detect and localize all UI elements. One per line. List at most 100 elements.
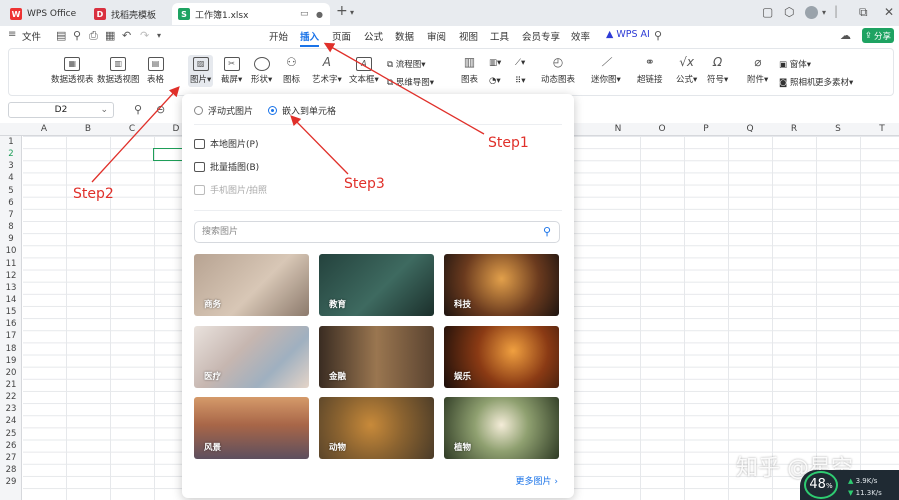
sparkline-button[interactable]: ⟋ 迷你图▾: [591, 56, 621, 85]
line-chart-dropdown[interactable]: ⟋▾: [515, 58, 525, 68]
local-picture-item[interactable]: 本地图片(P): [194, 137, 258, 150]
row-number[interactable]: 6: [0, 198, 22, 208]
row-number[interactable]: 22: [0, 392, 22, 402]
icon-button[interactable]: ⚇ 图标: [283, 56, 300, 85]
col-header[interactable]: P: [684, 123, 728, 136]
menu-insert[interactable]: 插入: [300, 29, 320, 47]
dynamic-chart-button[interactable]: ◴ 动态图表: [541, 56, 575, 85]
tab-docer[interactable]: D 找稻壳模板: [88, 3, 162, 25]
chevron-down-icon[interactable]: ▾: [157, 31, 161, 40]
camera-button[interactable]: ◙ 照相机: [779, 76, 815, 88]
row-number[interactable]: 20: [0, 368, 22, 378]
category-medical-thumb[interactable]: 医疗: [194, 326, 309, 388]
picture-button[interactable]: ▨ 图片▾: [188, 55, 214, 87]
name-box[interactable]: D2 ⌄: [8, 102, 114, 118]
zoom-icon[interactable]: ⚲: [134, 103, 142, 116]
row-number[interactable]: 14: [0, 295, 22, 305]
row-number[interactable]: 3: [0, 161, 22, 171]
preview-icon[interactable]: ▦: [105, 29, 115, 42]
row-number[interactable]: 19: [0, 356, 22, 366]
scatter-chart-dropdown[interactable]: ⠿▾: [515, 76, 526, 86]
pivot-table-button[interactable]: ▦ 数据透视表: [51, 57, 94, 85]
category-entertainment-thumb[interactable]: 娱乐: [444, 326, 559, 388]
category-scenery-thumb[interactable]: 风景: [194, 397, 309, 459]
batch-insert-item[interactable]: 批量插图(B): [194, 160, 259, 173]
col-header[interactable]: B: [66, 123, 110, 136]
chevron-down-icon[interactable]: ▾: [350, 8, 354, 17]
function-icon[interactable]: ⊝: [156, 103, 165, 116]
cube-icon[interactable]: ⬡: [784, 5, 794, 19]
row-number[interactable]: 23: [0, 404, 22, 414]
row-number[interactable]: 5: [0, 186, 22, 196]
row-number[interactable]: 13: [0, 283, 22, 293]
restore-icon[interactable]: ⧉: [859, 5, 868, 20]
row-number[interactable]: 10: [0, 246, 22, 256]
tab-wps-office[interactable]: W WPS Office: [4, 3, 82, 25]
redo-icon[interactable]: ↷: [140, 29, 149, 42]
row-number[interactable]: 25: [0, 429, 22, 439]
row-number[interactable]: 18: [0, 344, 22, 354]
menu-formula[interactable]: 公式: [364, 29, 383, 43]
col-header[interactable]: T: [860, 123, 899, 136]
cloud-icon[interactable]: ⚲: [73, 29, 81, 42]
hyperlink-button[interactable]: ⚭ 超链接: [637, 56, 663, 85]
save-icon[interactable]: ▤: [56, 29, 66, 42]
menu-start[interactable]: 开始: [269, 29, 288, 43]
tab-workbook[interactable]: S 工作簿1.xlsx ▭ ●: [172, 3, 330, 25]
row-number[interactable]: 29: [0, 477, 22, 487]
monitor-icon[interactable]: ▭: [300, 9, 309, 19]
row-number[interactable]: 26: [0, 441, 22, 451]
category-finance-thumb[interactable]: 金融: [319, 326, 434, 388]
category-education-thumb[interactable]: 教育: [319, 254, 434, 316]
new-tab-button[interactable]: +: [336, 3, 348, 19]
mindmap-button[interactable]: ⧉ 思维导图▾: [387, 76, 434, 88]
close-icon[interactable]: ✕: [884, 5, 894, 19]
undo-icon[interactable]: ↶: [122, 29, 131, 42]
col-header[interactable]: A: [22, 123, 66, 136]
col-header[interactable]: O: [640, 123, 684, 136]
flowchart-button[interactable]: ⧉ 流程图▾: [387, 58, 426, 70]
print-icon[interactable]: ⎙: [89, 29, 98, 43]
category-plant-thumb[interactable]: 植物: [444, 397, 559, 459]
row-number[interactable]: 28: [0, 465, 22, 475]
row-number[interactable]: 8: [0, 222, 22, 232]
more-material-button[interactable]: 更多素材▾: [815, 76, 853, 88]
attachment-button[interactable]: ⌀ 附件▾: [747, 56, 768, 85]
category-tech-thumb[interactable]: 科技: [444, 254, 559, 316]
search-icon[interactable]: ⚲: [654, 29, 662, 42]
share-button[interactable]: ⇪ 分享: [862, 28, 894, 43]
embed-in-cell-radio[interactable]: 嵌入到单元格: [268, 104, 336, 117]
chevron-down-icon[interactable]: ▾: [822, 8, 826, 17]
col-header[interactable]: N: [596, 123, 640, 136]
window-icon[interactable]: ▢: [762, 5, 773, 19]
formula-button[interactable]: √x 公式▾: [676, 56, 697, 85]
menu-data[interactable]: 数据: [395, 29, 414, 43]
avatar[interactable]: [805, 6, 818, 19]
col-header[interactable]: S: [816, 123, 860, 136]
cloud-sync-icon[interactable]: ☁: [840, 29, 851, 42]
menu-wps-ai[interactable]: ▲ WPS AI: [606, 29, 650, 40]
row-number[interactable]: 11: [0, 259, 22, 269]
wordart-button[interactable]: A 艺术字▾: [312, 56, 342, 85]
dot-icon[interactable]: ●: [316, 10, 323, 19]
screenshot-button[interactable]: ✂ 截屏▾: [221, 57, 242, 85]
col-header[interactable]: C: [110, 123, 154, 136]
menu-file[interactable]: 文件: [22, 29, 41, 43]
row-number[interactable]: 24: [0, 416, 22, 426]
col-header[interactable]: R: [772, 123, 816, 136]
menu-member[interactable]: 会员专享: [522, 29, 560, 43]
row-number[interactable]: 4: [0, 173, 22, 183]
row-number[interactable]: 7: [0, 210, 22, 220]
category-animal-thumb[interactable]: 动物: [319, 397, 434, 459]
row-number[interactable]: 9: [0, 234, 22, 244]
form-button[interactable]: ▣ 窗体▾: [779, 58, 811, 70]
menu-view[interactable]: 视图: [459, 29, 478, 43]
shape-button[interactable]: 形状▾: [251, 57, 272, 85]
menu-review[interactable]: 审阅: [427, 29, 446, 43]
menu-tools[interactable]: 工具: [490, 29, 509, 43]
row-number[interactable]: 1: [0, 137, 22, 147]
row-number[interactable]: 12: [0, 271, 22, 281]
row-number[interactable]: 16: [0, 319, 22, 329]
row-number[interactable]: 21: [0, 380, 22, 390]
table-button[interactable]: ▤ 表格: [147, 57, 164, 85]
